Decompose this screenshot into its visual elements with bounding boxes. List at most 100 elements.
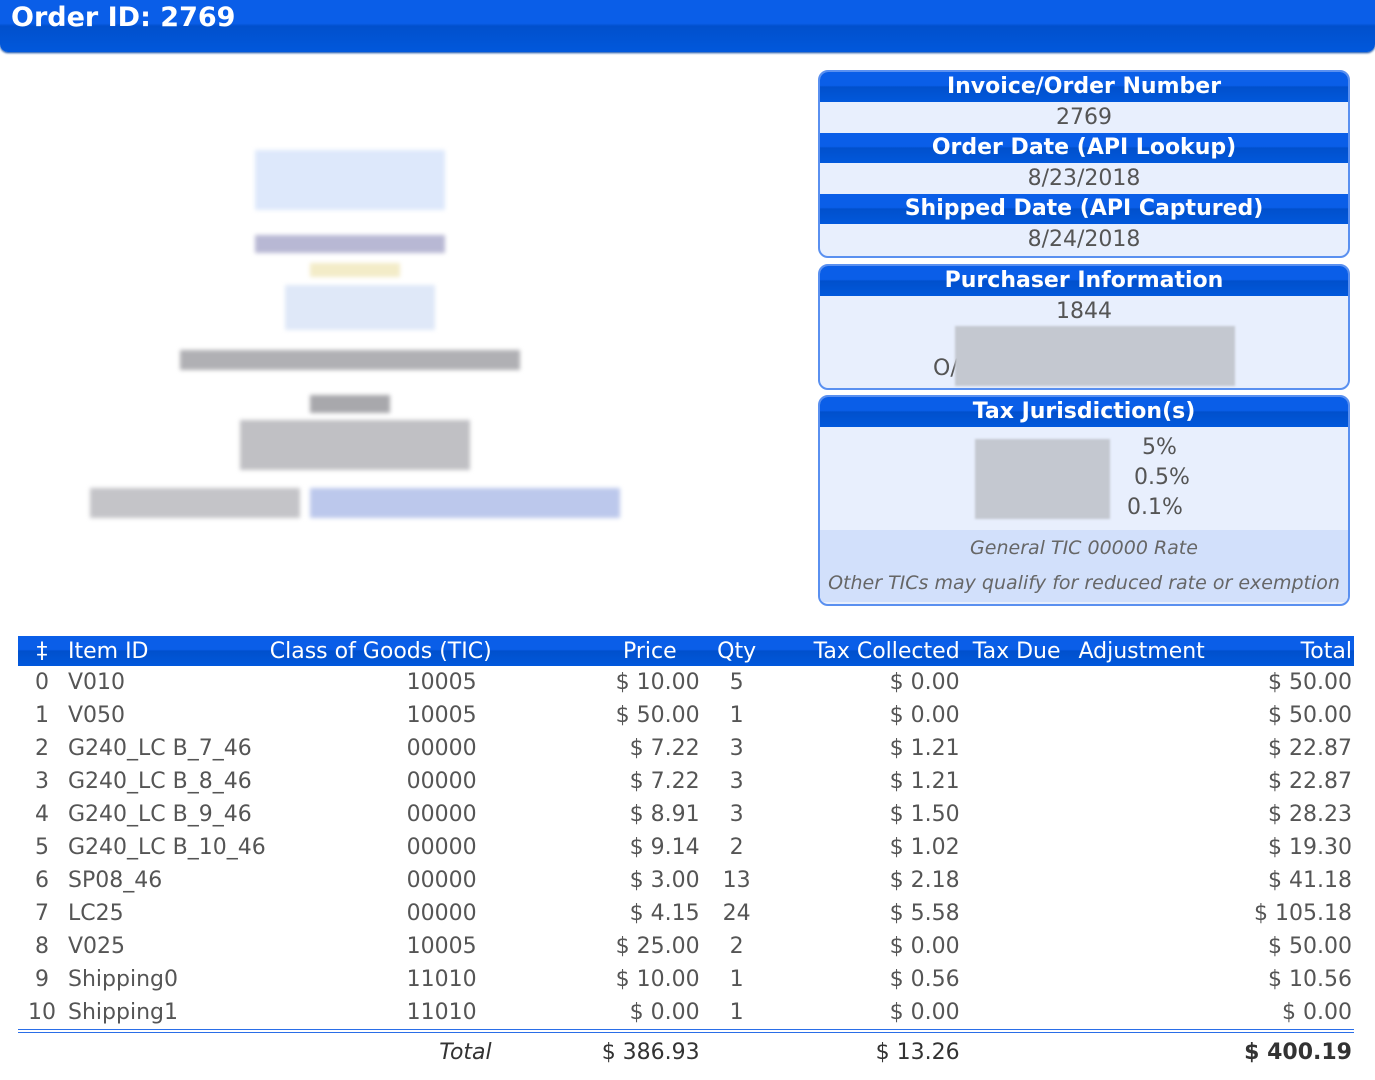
tax-due — [962, 930, 1072, 963]
item-id: V010 — [68, 670, 126, 695]
shipped-date-value: 8/24/2018 — [1027, 227, 1141, 252]
row-index: 5 — [35, 835, 49, 860]
table-row: 4 G240_LC B_9_46 00000 $ 8.91 3 $ 1.50 $ 28.23 — [18, 798, 1354, 831]
table-row: 0 V010 10005 $ 10.00 5 $ 0.00 $ 50.00 — [18, 666, 1354, 699]
price: $ 10.00 — [615, 670, 700, 695]
adjustment — [1072, 897, 1212, 930]
table-row: 6 SP08_46 00000 $ 3.00 13 $ 2.18 $ 41.18 — [18, 864, 1354, 897]
row-total: $ 0.00 — [1282, 1000, 1352, 1025]
row-index: 2 — [35, 736, 49, 761]
row-index: 4 — [35, 802, 49, 827]
total-price: $ 386.93 — [551, 1029, 702, 1071]
col-header-tax-collected[interactable]: Tax Collected — [772, 636, 962, 666]
tax-note-general: General TIC 00000 Rate — [970, 537, 1198, 559]
table-row: 3 G240_LC B_8_46 00000 $ 7.22 3 $ 1.21 $ 22.87 — [18, 765, 1354, 798]
order-header-bar: Order ID: 2769 — [0, 0, 1375, 52]
tax-due — [962, 864, 1072, 897]
item-id: LC25 — [68, 901, 124, 926]
tax-due — [962, 765, 1072, 798]
price: $ 3.00 — [629, 868, 700, 893]
page-title: Order ID: 2769 — [11, 2, 236, 33]
row-index: 0 — [35, 670, 49, 695]
adjustment — [1072, 864, 1212, 897]
col-header-adjustment[interactable]: Adjustment — [1072, 636, 1212, 666]
qty: 1 — [729, 703, 744, 728]
row-total: $ 50.00 — [1268, 670, 1352, 695]
col-header-index[interactable]: ‡ — [18, 636, 66, 666]
col-header-price[interactable]: Price — [552, 636, 702, 666]
table-row: 2 G240_LC B_7_46 00000 $ 7.22 3 $ 1.21 $ 22.87 — [18, 732, 1354, 765]
purchaser-title: Purchaser Information — [820, 266, 1348, 296]
row-total: $ 28.23 — [1268, 802, 1352, 827]
adjustment — [1072, 996, 1212, 1031]
tax-due — [962, 963, 1072, 996]
tax-due — [962, 831, 1072, 864]
tax-due — [962, 897, 1072, 930]
total-amount: $ 400.19 — [1211, 1029, 1354, 1071]
row-index: 3 — [35, 769, 49, 794]
item-id: V025 — [68, 934, 126, 959]
row-total: $ 22.87 — [1268, 769, 1352, 794]
tax-note-other: Other TICs may qualify for reduced rate … — [828, 572, 1340, 594]
col-header-item-id[interactable]: Item ID — [66, 636, 268, 666]
qty: 3 — [729, 769, 744, 794]
price: $ 8.91 — [629, 802, 700, 827]
qty: 3 — [729, 736, 744, 761]
purchaser-id: 1844 — [1056, 299, 1112, 324]
item-id: G240_LC B_9_46 — [68, 802, 252, 827]
redacted-jurisdictions — [975, 439, 1110, 519]
tic-code: 10005 — [406, 703, 477, 728]
purchaser-panel: Purchaser Information 1844 O/ — [818, 264, 1350, 390]
table-row: 10 Shipping1 11010 $ 0.00 1 $ 0.00 $ 0.00 — [18, 996, 1354, 1031]
table-header-row: ‡ Item ID Class of Goods (TIC) Price Qty… — [18, 636, 1354, 666]
qty: 24 — [722, 901, 751, 926]
tax-collected: $ 0.00 — [889, 934, 960, 959]
item-id: G240_LC B_10_46 — [68, 835, 266, 860]
price: $ 25.00 — [615, 934, 700, 959]
tax-due — [962, 699, 1072, 732]
qty: 3 — [729, 802, 744, 827]
order-date-value: 8/23/2018 — [1027, 166, 1141, 191]
price: $ 4.15 — [629, 901, 700, 926]
col-header-tic[interactable]: Class of Goods (TIC) — [268, 636, 552, 666]
row-index: 8 — [35, 934, 49, 959]
table-row: 8 V025 10005 $ 25.00 2 $ 0.00 $ 50.00 — [18, 930, 1354, 963]
col-header-qty[interactable]: Qty — [702, 636, 772, 666]
tax-due — [962, 732, 1072, 765]
price: $ 7.22 — [629, 736, 700, 761]
col-header-tax-due[interactable]: Tax Due — [962, 636, 1072, 666]
order-info-panel: Invoice/Order Number 2769 Order Date (AP… — [818, 70, 1350, 258]
qty: 1 — [729, 1000, 744, 1025]
qty: 2 — [729, 835, 744, 860]
order-date-label: Order Date (API Lookup) — [820, 133, 1348, 163]
price: $ 50.00 — [615, 703, 700, 728]
shipped-date-label: Shipped Date (API Captured) — [820, 194, 1348, 224]
row-total: $ 19.30 — [1268, 835, 1352, 860]
tax-jurisdiction-panel: Tax Jurisdiction(s) 5% 0.5% 0.1% General… — [818, 395, 1350, 606]
item-id: Shipping1 — [68, 1000, 178, 1025]
tax-collected: $ 0.56 — [889, 967, 960, 992]
tax-collected: $ 1.02 — [889, 835, 960, 860]
tax-collected: $ 1.50 — [889, 802, 960, 827]
adjustment — [1072, 699, 1212, 732]
col-header-total[interactable]: Total — [1212, 636, 1354, 666]
tic-code: 00000 — [406, 802, 477, 827]
tic-code: 00000 — [406, 736, 477, 761]
tax-rate: 0.1% — [1127, 495, 1183, 520]
adjustment — [1072, 765, 1212, 798]
item-id: G240_LC B_8_46 — [68, 769, 252, 794]
row-total: $ 41.18 — [1268, 868, 1352, 893]
tic-code: 11010 — [406, 967, 477, 992]
tic-code: 10005 — [406, 670, 477, 695]
qty: 2 — [729, 934, 744, 959]
price: $ 9.14 — [629, 835, 700, 860]
row-index: 10 — [28, 1000, 56, 1025]
order-items-table: ‡ Item ID Class of Goods (TIC) Price Qty… — [18, 636, 1354, 1071]
tax-due — [962, 996, 1072, 1031]
row-index: 1 — [35, 703, 49, 728]
table-row: 1 V050 10005 $ 50.00 1 $ 0.00 $ 50.00 — [18, 699, 1354, 732]
tax-due — [962, 798, 1072, 831]
qty: 1 — [729, 967, 744, 992]
row-total: $ 105.18 — [1254, 901, 1352, 926]
row-index: 9 — [35, 967, 49, 992]
